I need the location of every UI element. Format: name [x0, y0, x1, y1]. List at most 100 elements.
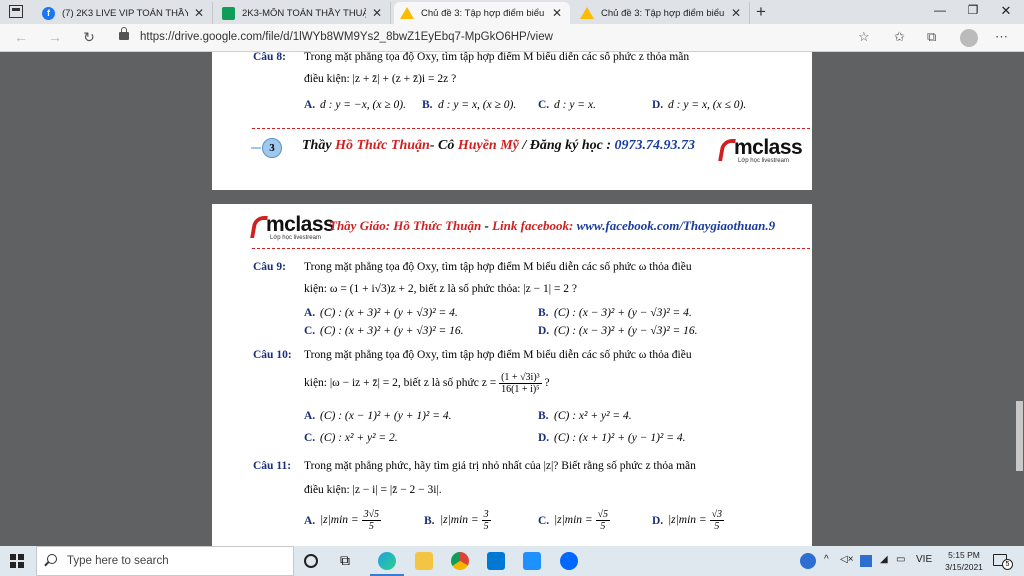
help-icon[interactable] [800, 553, 816, 569]
option-text: |z|min = √5 5 [554, 509, 611, 532]
option-text: (C) : (x + 3)² + (y + √3)² = 16. [320, 325, 464, 337]
pdf-page-4: mclass Lớp học livestream Thầy Giáo: Hồ … [212, 204, 812, 546]
header-teacher: Thầy Giáo: Hồ Thức Thuận [329, 218, 482, 233]
windows-start-icon[interactable] [10, 554, 24, 568]
option-text: d : y = x, (x ≥ 0). [438, 99, 517, 111]
option-label: D. [538, 432, 550, 444]
mail-icon[interactable] [487, 552, 505, 570]
taskbar-search-box[interactable]: Type here to search [36, 546, 294, 576]
question-10-text: Trong mặt phẳng tọa độ Oxy, tìm tập hợp … [304, 349, 692, 361]
option-text: (C) : (x + 1)² + (y − 1)² = 4. [554, 432, 686, 444]
option-text: d : y = −x, (x ≥ 0). [320, 99, 407, 111]
google-sheets-icon [222, 6, 235, 20]
document-viewer[interactable]: Câu 8: Trong mặt phẳng tọa độ Oxy, tìm t… [0, 52, 1024, 546]
option-label: A. [304, 307, 316, 319]
section-divider [252, 248, 810, 249]
option-label: A. [304, 410, 316, 422]
close-tab-icon[interactable]: ✕ [550, 6, 564, 20]
close-tab-icon[interactable]: ✕ [192, 6, 206, 20]
page-footer: Thầy Hồ Thức Thuận- Cô Huyền Mỹ / Đăng k… [302, 138, 695, 154]
new-tab-icon[interactable]: + [756, 2, 766, 22]
option-label: C. [538, 99, 550, 111]
cortana-icon[interactable] [304, 554, 318, 568]
option-label: B. [424, 515, 435, 527]
option-label: B. [422, 99, 433, 111]
footer-co-name: Huyền Mỹ [457, 138, 519, 153]
question-10-condition: kiện: |ω − iz + z̄| = 2, biết z là số ph… [304, 372, 550, 395]
pdf-page-3: Câu 8: Trong mặt phẳng tọa độ Oxy, tìm t… [212, 52, 812, 190]
facebook-icon: f [42, 6, 55, 20]
option-text: (C) : x² + y² = 4. [554, 410, 632, 422]
header-fb-label: Link facebook: [492, 218, 574, 233]
volume-icon[interactable]: ◁× [840, 554, 854, 565]
option-text: (C) : (x − 1)² + (y + 1)² = 4. [320, 410, 452, 422]
option-text: d : y = x, (x ≤ 0). [668, 99, 747, 111]
footer-teacher-name: Hồ Thức Thuận [335, 138, 430, 153]
reload-icon[interactable]: ↻ [80, 29, 98, 46]
browser-address-bar: ← → ↻ https://drive.google.com/file/d/1l… [0, 24, 1024, 52]
option-label: D. [538, 325, 550, 337]
question-8-text: Trong mặt phẳng tọa độ Oxy, tìm tập hợp … [304, 52, 690, 63]
restore-icon[interactable]: ❐ [958, 3, 988, 17]
question-10-label: Câu 10: [253, 349, 292, 361]
edge-browser-icon[interactable] [370, 552, 404, 576]
option-text: |z|min = 3√5 5 [320, 509, 382, 532]
option-label: B. [538, 307, 549, 319]
option-label: A. [304, 515, 316, 527]
question-9-label: Câu 9: [253, 261, 286, 273]
option-label: C. [304, 432, 316, 444]
back-icon[interactable]: ← [12, 29, 30, 45]
google-drive-icon [580, 7, 594, 19]
option-label: D. [652, 99, 664, 111]
zalo-icon[interactable] [560, 552, 578, 570]
minimize-icon[interactable]: — [925, 3, 955, 17]
profile-avatar[interactable] [960, 29, 978, 47]
favorites-list-icon[interactable]: ✩ [894, 29, 905, 45]
option-text: d : y = x. [554, 99, 596, 111]
header-separator: - [481, 218, 493, 233]
photos-icon[interactable] [523, 552, 541, 570]
network-icon[interactable]: ◢ [880, 554, 888, 565]
browser-tab-1[interactable]: f (7) 2K3 LIVE VIP TOÁN THẦY THU… ✕ [36, 2, 213, 24]
option-text: |z|min = √3 5 [668, 509, 725, 532]
close-tab-icon[interactable]: ✕ [370, 6, 384, 20]
tab-title: Chủ đề 3: Tập hợp điểm biểu diễ… [421, 7, 546, 19]
window-menu-icon[interactable] [9, 5, 23, 18]
chevron-up-icon[interactable]: ^ [824, 554, 829, 565]
battery-icon[interactable]: ▭ [896, 554, 905, 565]
file-explorer-icon[interactable] [415, 552, 433, 570]
favorite-star-icon[interactable]: ☆ [858, 29, 870, 45]
forward-icon[interactable]: → [46, 29, 64, 45]
lock-icon [119, 27, 129, 40]
language-indicator[interactable]: VIE [916, 554, 932, 565]
notification-count-badge: 5 [1002, 559, 1013, 570]
chrome-icon[interactable] [451, 552, 469, 570]
browser-tab-bar: f (7) 2K3 LIVE VIP TOÁN THẦY THU… ✕ 2K3-… [0, 0, 1024, 24]
question-11-label: Câu 11: [253, 460, 292, 472]
option-label: C. [538, 515, 550, 527]
collections-icon[interactable]: ⧉ [927, 29, 936, 45]
app-tray-icon[interactable] [860, 555, 872, 567]
close-window-icon[interactable]: ✕ [991, 3, 1021, 19]
option-text: (C) : (x − 3)² + (y − √3)² = 16. [554, 325, 698, 337]
question-9-text: Trong mặt phẳng tọa độ Oxy, tìm tập hợp … [304, 261, 692, 273]
option-label: C. [304, 325, 316, 337]
system-clock[interactable]: 5:15 PM 3/15/2021 [940, 549, 988, 573]
url-input[interactable]: https://drive.google.com/file/d/1lWYb8WM… [140, 31, 553, 43]
browser-tab-2[interactable]: 2K3-MÔN TOÁN THẦY THUẬN - … ✕ [216, 2, 391, 24]
windows-taskbar: Type here to search ⧉ ^ ◁× ◢ ▭ VIE 5:15 … [0, 546, 1024, 576]
option-label: A. [304, 99, 316, 111]
option-text: (C) : (x + 3)² + (y + √3)² = 4. [320, 307, 458, 319]
browser-tab-3[interactable]: Chủ đề 3: Tập hợp điểm biểu diễ… ✕ [394, 2, 570, 24]
close-tab-icon[interactable]: ✕ [729, 6, 743, 20]
tab-title: Chủ đề 3: Tập hợp điểm biểu diễ… [601, 7, 725, 19]
scrollbar-thumb[interactable] [1016, 401, 1023, 471]
search-placeholder: Type here to search [67, 555, 169, 567]
option-text: (C) : (x − 3)² + (y − √3)² = 4. [554, 307, 692, 319]
browser-tab-4[interactable]: Chủ đề 3: Tập hợp điểm biểu diễ… ✕ [574, 2, 750, 24]
more-menu-icon[interactable]: ⋯ [995, 29, 1008, 45]
clock-date: 3/15/2021 [945, 562, 983, 572]
option-label: D. [652, 515, 664, 527]
task-view-icon[interactable]: ⧉ [340, 552, 358, 570]
question-8-condition: điều kiện: |z + z̄| + (z + z̄)i = 2z ? [304, 73, 457, 85]
